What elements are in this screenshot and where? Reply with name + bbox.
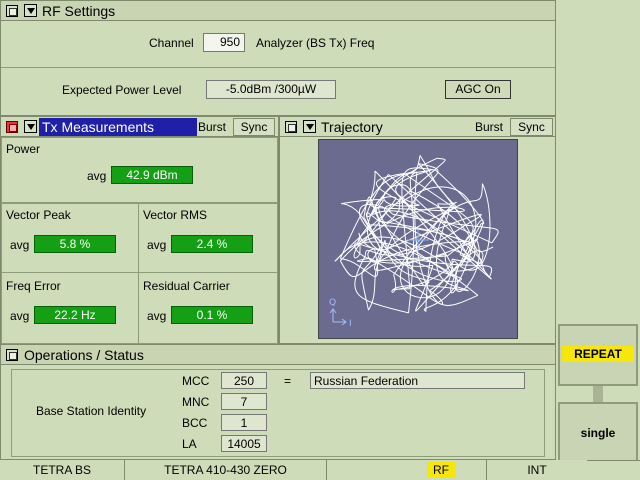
rf-settings-titlebar: RF Settings (1, 1, 555, 21)
vector-peak-label: Vector Peak (6, 208, 71, 222)
residual-carrier-value: 0.1 % (171, 306, 253, 324)
tx-burst-label: Burst (198, 120, 227, 134)
freq-error-cell: Freq Error avg 22.2 Hz (1, 272, 139, 344)
axes-indicator-icon (329, 308, 347, 326)
rf-settings-title: RF Settings (42, 3, 116, 19)
tx-measurements-titlebar: Tx Measurements Burst Sync (1, 117, 278, 137)
trajectory-segment (410, 190, 494, 253)
residual-carrier-label: Residual Carrier (143, 279, 230, 293)
panel-toggle-icon[interactable] (6, 349, 18, 361)
la-label: LA (182, 437, 197, 451)
rf-settings-panel: RF Settings Channel 950 Analyzer (BS Tx)… (0, 0, 556, 116)
power-value: 42.9 dBm (111, 166, 193, 184)
status-band: TETRA 410-430 ZERO (125, 460, 327, 480)
channel-input[interactable]: 950 (203, 33, 245, 52)
single-label: single (580, 426, 616, 440)
status-int: INT (487, 460, 587, 480)
analyzer-freq-label: Analyzer (BS Tx) Freq (256, 36, 375, 50)
expected-power-label: Expected Power Level (62, 83, 182, 97)
softkey-connector (593, 386, 603, 402)
vector-rms-label: Vector RMS (143, 208, 208, 222)
side-blank (556, 0, 640, 324)
axis-i-label: I (349, 319, 352, 329)
mnc-value: 7 (221, 393, 267, 410)
residual-carrier-avg-label: avg (147, 309, 167, 323)
trajectory-title: Trajectory (321, 119, 383, 135)
la-value: 14005 (221, 435, 267, 452)
bsi-group: Base Station Identity MCC 250 = Russian … (11, 369, 545, 457)
trajectory-plot: Q I (318, 139, 518, 339)
freq-error-label: Freq Error (6, 279, 61, 293)
single-softkey[interactable]: single (558, 402, 638, 464)
tx-measurements-title: Tx Measurements (42, 119, 155, 135)
freq-error-value: 22.2 Hz (34, 306, 116, 324)
trajectory-burst-label: Burst (475, 120, 504, 134)
panel-toggle-icon[interactable] (6, 5, 18, 17)
agc-button[interactable]: AGC On (445, 80, 511, 99)
status-rf-indicator: RF (427, 462, 455, 478)
power-cell: Power avg 42.9 dBm (1, 137, 278, 203)
status-rf-segment (327, 460, 487, 480)
operations-title: Operations / Status (24, 347, 144, 363)
trajectory-svg: Q I (329, 155, 499, 329)
tx-sync-button[interactable]: Sync (233, 118, 275, 136)
bsi-label: Base Station Identity (36, 404, 147, 418)
axis-q-label: Q (329, 298, 336, 308)
repeat-label: REPEAT (562, 346, 634, 362)
mcc-label: MCC (182, 374, 210, 388)
trajectory-panel: Trajectory Burst Sync Q I (279, 116, 556, 344)
dropdown-arrow-icon[interactable] (303, 120, 316, 133)
vector-peak-value: 5.8 % (34, 235, 116, 253)
vector-rms-value: 2.4 % (171, 235, 253, 253)
channel-label: Channel (149, 36, 194, 50)
trajectory-sync-button[interactable]: Sync (510, 118, 553, 136)
trajectory-curves (334, 155, 499, 314)
tx-measurements-panel: Tx Measurements Burst Sync Power avg 42.… (0, 116, 279, 344)
power-label: Power (6, 142, 41, 156)
rf-settings-divider (1, 67, 555, 68)
mnc-label: MNC (182, 395, 210, 409)
status-system: TETRA BS (0, 460, 125, 480)
bcc-value: 1 (221, 414, 267, 431)
mcc-value: 250 (221, 372, 267, 389)
bcc-label: BCC (182, 416, 208, 430)
power-avg-label: avg (87, 169, 107, 183)
vector-rms-avg-label: avg (147, 238, 167, 252)
freq-error-avg-label: avg (10, 309, 30, 323)
trajectory-titlebar: Trajectory Burst Sync (280, 117, 555, 137)
expected-power-field[interactable]: -5.0dBm /300µW (206, 80, 336, 99)
dropdown-arrow-icon[interactable] (24, 4, 37, 17)
panel-toggle-icon[interactable] (6, 121, 18, 133)
dropdown-arrow-icon[interactable] (24, 120, 37, 133)
vector-peak-cell: Vector Peak avg 5.8 % (1, 203, 139, 273)
repeat-softkey[interactable]: REPEAT (558, 324, 638, 386)
country-field: Russian Federation (310, 372, 525, 389)
operations-titlebar: Operations / Status (1, 345, 555, 365)
vector-rms-cell: Vector RMS avg 2.4 % (138, 203, 278, 273)
operations-status-panel: Operations / Status Base Station Identit… (0, 344, 556, 460)
vector-peak-avg-label: avg (10, 238, 30, 252)
residual-carrier-cell: Residual Carrier avg 0.1 % (138, 272, 278, 344)
equals-sign: = (284, 374, 292, 388)
panel-toggle-icon[interactable] (285, 121, 297, 133)
